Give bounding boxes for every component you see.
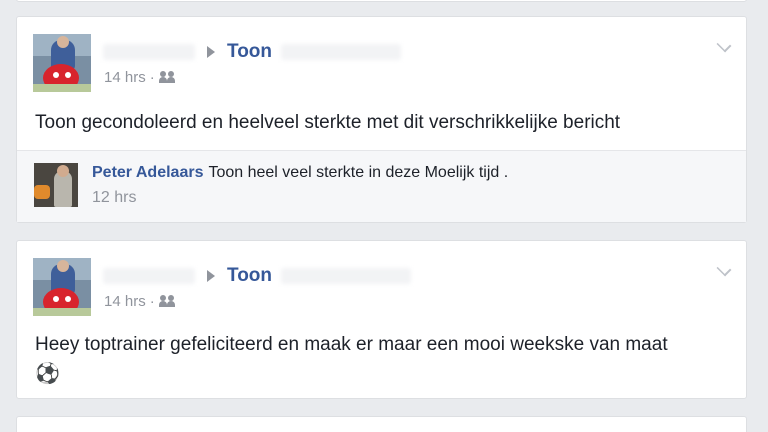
comment-section: Peter Adelaars Toon heel veel sterkte in …	[17, 150, 746, 222]
recipient-name-link[interactable]: Toon	[227, 41, 272, 63]
post-text: Toon gecondoleerd en heelveel sterkte me…	[35, 112, 621, 133]
post-timestamp[interactable]: 14 hrs	[104, 293, 146, 310]
recipient-name-link[interactable]: Toon	[227, 265, 272, 287]
post-meta: 14 hrs ·	[104, 293, 177, 310]
next-post-card	[16, 416, 747, 432]
previous-post-card	[16, 0, 747, 2]
comment: Peter Adelaars Toon heel veel sterkte in …	[92, 163, 508, 183]
post-text: Heey toptrainer gefeliciteerd en maak er…	[35, 331, 735, 389]
redacted-author-name	[103, 268, 195, 284]
post-card: Toon 14 hrs · Heey toptrainer gefelicitee…	[16, 240, 747, 399]
commenter-avatar[interactable]	[34, 163, 78, 207]
author-to-recipient: Toon	[103, 264, 503, 288]
friends-icon[interactable]	[158, 71, 177, 83]
comment-text: Toon heel veel sterkte in deze Moelijk t…	[208, 164, 509, 181]
author-avatar[interactable]	[33, 258, 91, 316]
friends-icon[interactable]	[158, 295, 177, 307]
post-text-content: Heey toptrainer gefeliciteerd en maak er…	[35, 334, 668, 355]
redacted-author-name	[103, 44, 195, 60]
commenter-name-link[interactable]: Peter Adelaars	[92, 164, 203, 181]
redacted-recipient-surname	[281, 44, 401, 60]
chevron-down-icon[interactable]	[716, 37, 732, 53]
comment-timestamp[interactable]: 12 hrs	[92, 189, 136, 207]
chevron-down-icon[interactable]	[716, 261, 732, 277]
post-timestamp[interactable]: 14 hrs	[104, 69, 146, 86]
arrow-right-icon	[207, 270, 215, 282]
post-card: Toon 14 hrs · Toon gecondoleerd en heelve…	[16, 16, 747, 223]
author-to-recipient: Toon	[103, 40, 503, 64]
post-meta: 14 hrs ·	[104, 69, 177, 86]
soccer-ball-icon: ⚽	[35, 361, 60, 385]
arrow-right-icon	[207, 46, 215, 58]
author-avatar[interactable]	[33, 34, 91, 92]
redacted-recipient-surname	[281, 268, 411, 284]
